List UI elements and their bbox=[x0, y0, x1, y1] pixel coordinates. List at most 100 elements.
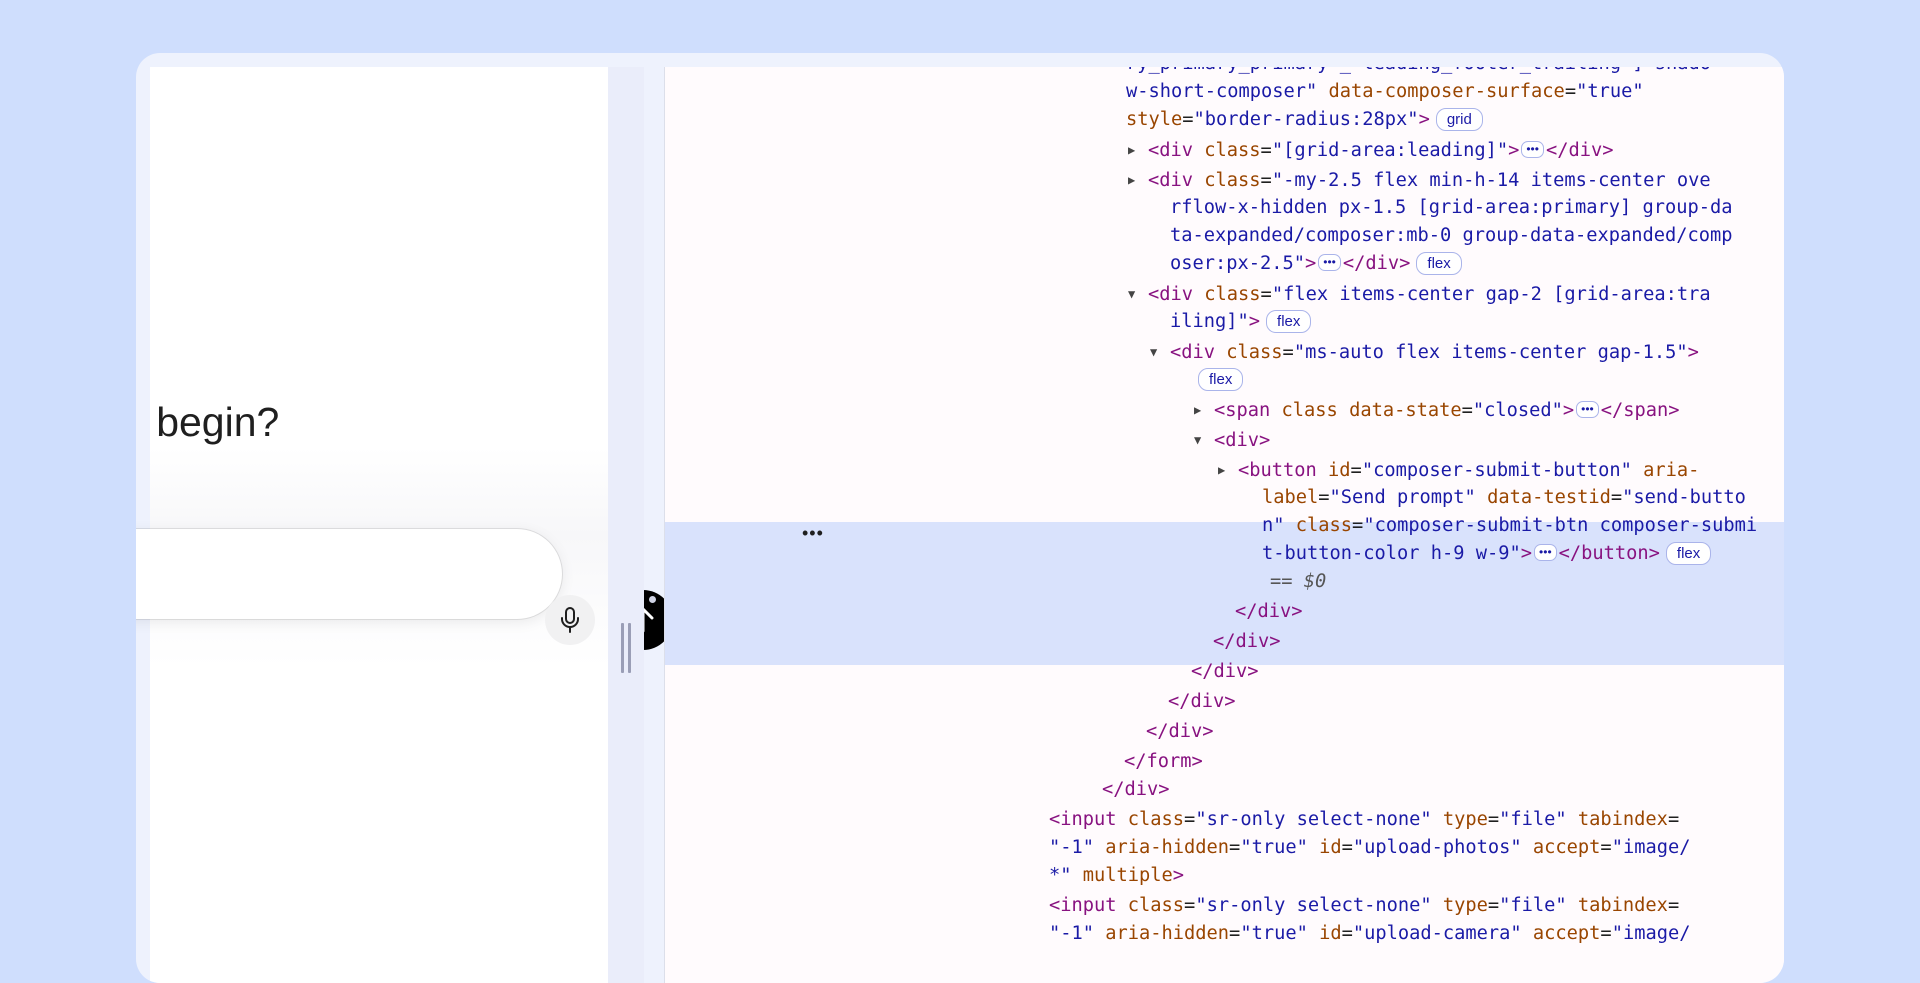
code-token: "Send prompt" bbox=[1329, 487, 1476, 508]
code-token: > bbox=[1562, 400, 1575, 421]
dom-node-line[interactable]: w-short-composer" data-composer-surface=… bbox=[1126, 78, 1644, 106]
layout-badge[interactable]: flex bbox=[1198, 368, 1244, 391]
dom-node-line[interactable]: ry_primary_primary'_'leading_footer_trai… bbox=[1126, 67, 1711, 78]
dom-node-line[interactable]: rflow-x-hidden px-1.5 [grid-area:primary… bbox=[1170, 194, 1733, 222]
dom-node-line[interactable]: t-button-color h-9 w-9"> ••• </button> flex bbox=[1262, 540, 1712, 568]
layout-badge[interactable]: grid bbox=[1435, 108, 1483, 131]
code-token: = bbox=[1229, 923, 1241, 944]
dom-node-line[interactable]: == $0 bbox=[1270, 568, 1326, 596]
code-token: = bbox=[1610, 487, 1623, 508]
closing-tag: </span> bbox=[1600, 400, 1680, 421]
code-token: = bbox=[1600, 923, 1612, 944]
expand-triangle-icon[interactable]: ▶ bbox=[1128, 136, 1148, 164]
code-token: = bbox=[1260, 170, 1272, 191]
prompt-composer[interactable] bbox=[136, 529, 562, 619]
code-token: data-state bbox=[1349, 400, 1462, 421]
page-heading: e begin? bbox=[150, 399, 280, 445]
dom-node-line[interactable]: ▶ <button id="composer-submit-button" ari… bbox=[1218, 456, 1699, 484]
dom-node-line[interactable]: iling]"> flex bbox=[1170, 308, 1312, 336]
code-token: = bbox=[1282, 342, 1294, 363]
dom-node-line[interactable]: flex bbox=[1192, 366, 1244, 394]
code-token: </div> bbox=[1168, 691, 1236, 712]
expand-triangle-icon[interactable]: ▶ bbox=[1218, 456, 1238, 484]
code-token: "send-butto bbox=[1622, 487, 1746, 508]
dom-node-line[interactable]: "-1" aria-hidden="true" id="upload-camer… bbox=[1049, 920, 1690, 948]
code-token: <input bbox=[1049, 809, 1117, 830]
code-token: > bbox=[1172, 865, 1185, 886]
code-token: id bbox=[1319, 837, 1342, 858]
code-token: accept bbox=[1532, 923, 1601, 944]
code-token: <div bbox=[1148, 170, 1194, 191]
panel-resize-handle[interactable] bbox=[621, 623, 631, 673]
dom-node-line[interactable]: </div> bbox=[1168, 688, 1236, 716]
code-token: = bbox=[1184, 895, 1196, 916]
dom-node-line[interactable]: "-1" aria-hidden="true" id="upload-photo… bbox=[1049, 834, 1690, 862]
code-token: > bbox=[1687, 342, 1699, 363]
code-token: class bbox=[1204, 170, 1261, 191]
voice-input-button[interactable] bbox=[545, 595, 595, 645]
dom-node-line[interactable]: ▶ <span class data-state="closed"> ••• </sp… bbox=[1194, 396, 1680, 424]
expand-children-ellipsis-icon[interactable]: ••• bbox=[1576, 401, 1599, 418]
code-token: id bbox=[1319, 923, 1342, 944]
code-token: </div> bbox=[1146, 721, 1214, 742]
gutter-dot bbox=[649, 596, 656, 603]
code-token: tabindex bbox=[1577, 895, 1668, 916]
collapse-triangle-icon[interactable]: ▼ bbox=[1150, 338, 1170, 366]
dom-node-line[interactable]: ▼ <div class="ms-auto flex items-center g… bbox=[1150, 338, 1699, 366]
code-token: data-composer-surface bbox=[1328, 81, 1565, 102]
dom-node-line[interactable]: </div> bbox=[1235, 598, 1303, 626]
dom-node-line[interactable]: label="Send prompt" data-testid="send-bu… bbox=[1262, 484, 1746, 512]
expand-children-ellipsis-icon[interactable]: ••• bbox=[1521, 141, 1544, 158]
dom-node-line[interactable]: *" multiple> bbox=[1049, 862, 1184, 890]
collapse-triangle-icon[interactable]: ▼ bbox=[1128, 280, 1148, 308]
code-token: "border-radius:28px" bbox=[1193, 109, 1419, 130]
code-token: oser:px-2.5" bbox=[1170, 253, 1306, 274]
layout-badge[interactable]: flex bbox=[1665, 542, 1712, 565]
code-token: "-1" bbox=[1049, 923, 1095, 944]
panel-gutter bbox=[608, 67, 644, 983]
code-token: type bbox=[1442, 895, 1488, 916]
dom-node-line[interactable]: ▶ <div class="-my-2.5 flex min-h-14 items… bbox=[1128, 166, 1711, 194]
code-token: > bbox=[1508, 140, 1520, 161]
expand-triangle-icon[interactable]: ▶ bbox=[1194, 396, 1214, 424]
dom-node-line[interactable]: ▼ <div class="flex items-center gap-2 [gr… bbox=[1128, 280, 1711, 308]
dom-node-line[interactable]: </div> bbox=[1213, 628, 1281, 656]
code-token: label bbox=[1262, 487, 1319, 508]
dom-node-line[interactable]: </div> bbox=[1191, 658, 1259, 686]
code-token: class bbox=[1204, 140, 1261, 161]
dom-node-line[interactable]: ▶ <div class="[grid-area:leading]"> ••• </d… bbox=[1128, 136, 1613, 164]
node-actions-menu[interactable]: ••• bbox=[802, 523, 824, 544]
code-token: class bbox=[1281, 400, 1338, 421]
dom-node-line[interactable]: </div> bbox=[1102, 776, 1170, 804]
dom-node-line[interactable]: ▼ <div> bbox=[1194, 426, 1270, 454]
dom-node-line[interactable]: <input class="sr-only select-none" type=… bbox=[1049, 806, 1679, 834]
layout-badge[interactable]: flex bbox=[1416, 252, 1462, 275]
dom-node-line[interactable]: </form> bbox=[1124, 748, 1203, 776]
dom-node-line[interactable]: style="border-radius:28px"> grid bbox=[1126, 106, 1483, 134]
devtools-elements-panel: ry_primary_primary'_'leading_footer_trai… bbox=[664, 67, 1784, 983]
dom-node-line[interactable]: ta-expanded/composer:mb-0 group-data-exp… bbox=[1170, 222, 1733, 250]
code-token: <div bbox=[1170, 342, 1216, 363]
dom-node-line[interactable]: <input class="sr-only select-none" type=… bbox=[1049, 892, 1679, 920]
dom-node-line[interactable]: oser:px-2.5"> ••• </div> flex bbox=[1170, 250, 1462, 278]
code-token: "composer-submit-btn composer-submi bbox=[1363, 515, 1758, 536]
dom-node-line[interactable]: </div> bbox=[1146, 718, 1214, 746]
code-token: accept bbox=[1532, 837, 1601, 858]
expand-children-ellipsis-icon[interactable]: ••• bbox=[1318, 254, 1341, 271]
layout-badge[interactable]: flex bbox=[1266, 310, 1312, 333]
expand-children-ellipsis-icon[interactable]: ••• bbox=[1534, 544, 1557, 561]
code-token: class bbox=[1226, 342, 1283, 363]
code-token: "ms-auto flex items-center gap-1.5" bbox=[1293, 342, 1688, 363]
dom-node-line[interactable]: n" class="composer-submit-btn composer-s… bbox=[1262, 512, 1757, 540]
expand-triangle-icon[interactable]: ▶ bbox=[1128, 166, 1148, 194]
collapse-triangle-icon[interactable]: ▼ bbox=[1194, 426, 1214, 454]
